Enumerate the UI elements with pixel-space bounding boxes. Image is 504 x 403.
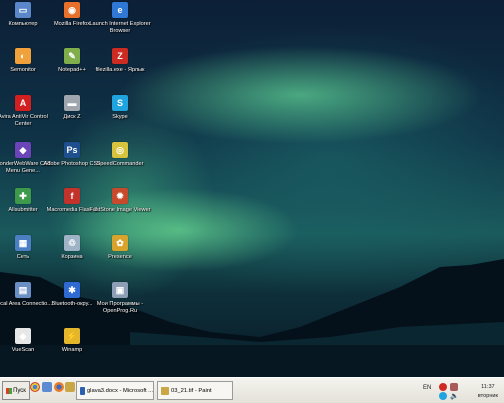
app-icon: ◈	[15, 328, 31, 344]
chrome-icon[interactable]	[30, 382, 40, 392]
system-tray: EN 🔈 11:37 вторник	[417, 381, 502, 400]
taskbar-button-word[interactable]: glava3.docx - Microsoft ...	[76, 381, 154, 400]
antivirus-tray-icon[interactable]	[439, 383, 447, 391]
show-desktop-icon[interactable]	[42, 382, 52, 392]
app-icon: Ps	[64, 142, 80, 158]
taskbar-button-label: 03_21.tif - Paint	[171, 387, 212, 394]
desktop-icon-label: SpeedCommander	[96, 161, 144, 167]
app-icon: ▦	[15, 235, 31, 251]
paint-icon[interactable]	[65, 382, 75, 392]
desktop: ▭ Компьютер ◉ Mozilla Firefox e Launch Intern…	[0, 0, 504, 377]
desktop-icon-label: Winamp	[61, 347, 83, 353]
speaker-tray-icon[interactable]: 🔈	[450, 392, 459, 400]
desktop-icon-label: filezilla.exe - Ярлык	[95, 67, 145, 73]
skype-tray-icon[interactable]	[439, 392, 447, 400]
desktop-icon-label: Skype	[112, 114, 128, 120]
app-icon: Z	[112, 48, 128, 64]
clock-time: 11:37	[481, 384, 495, 390]
app-icon: A	[15, 95, 31, 111]
paint-doc-icon	[161, 386, 169, 395]
app-icon: ✱	[64, 282, 80, 298]
desktop-icon[interactable]: ✿ Presence	[89, 235, 151, 261]
clock[interactable]: 11:37 вторник	[478, 383, 498, 401]
taskbar: Пуск glava3.docx - Microsoft ... 03_21.t…	[0, 377, 504, 403]
app-icon: S	[112, 95, 128, 111]
language-indicator[interactable]: EN	[423, 385, 431, 391]
app-icon: ♲	[64, 235, 80, 251]
app-icon: ✹	[112, 188, 128, 204]
taskbar-button-paint[interactable]: 03_21.tif - Paint	[157, 381, 233, 400]
app-icon: ✚	[15, 188, 31, 204]
desktop-icon[interactable]: S Skype	[89, 95, 151, 121]
desktop-icon-label: FastStone Image Viewer	[89, 207, 151, 213]
desktop-icon[interactable]: e Launch Internet Explorer Browser	[89, 2, 151, 35]
desktop-icon-label: Мои Программы - OpenProg.Ru	[96, 301, 144, 314]
app-icon: ▣	[112, 282, 128, 298]
clock-day: вторник	[477, 393, 498, 399]
start-label: Пуск	[13, 387, 26, 394]
desktop-icon[interactable]: ⚡ Winamp	[41, 328, 103, 354]
app-icon: ⚡	[64, 328, 80, 344]
app-icon: ◎	[112, 142, 128, 158]
taskbar-button-label: glava3.docx - Microsoft ...	[86, 387, 153, 394]
app-icon: ▭	[15, 2, 31, 18]
app-icon: ✿	[112, 235, 128, 251]
desktop-icon[interactable]: ◎ SpeedCommander	[89, 142, 151, 168]
app-icon: e	[112, 2, 128, 18]
windows-logo-icon	[6, 387, 13, 394]
app-icon: ◉	[64, 2, 80, 18]
start-button[interactable]: Пуск	[2, 381, 30, 400]
app-icon: ◆	[15, 142, 31, 158]
app-icon: f	[64, 188, 80, 204]
network-tray-icon[interactable]	[450, 383, 458, 391]
word-document-icon	[80, 386, 85, 395]
desktop-icon[interactable]: ✹ FastStone Image Viewer	[89, 188, 151, 214]
firefox-icon[interactable]	[54, 382, 64, 392]
app-icon: ▤	[15, 282, 31, 298]
app-icon: ▬	[64, 95, 80, 111]
app-icon: ✎	[64, 48, 80, 64]
desktop-icon[interactable]: Zfilezilla.exe - Ярлык	[89, 48, 151, 74]
app-icon: ◐	[15, 48, 31, 64]
desktop-icon-label: Presence	[108, 254, 132, 260]
desktop-icon[interactable]: ▣ Мои Программы - OpenProg.Ru	[89, 282, 151, 315]
desktop-icon-label: Launch Internet Explorer Browser	[89, 21, 151, 34]
